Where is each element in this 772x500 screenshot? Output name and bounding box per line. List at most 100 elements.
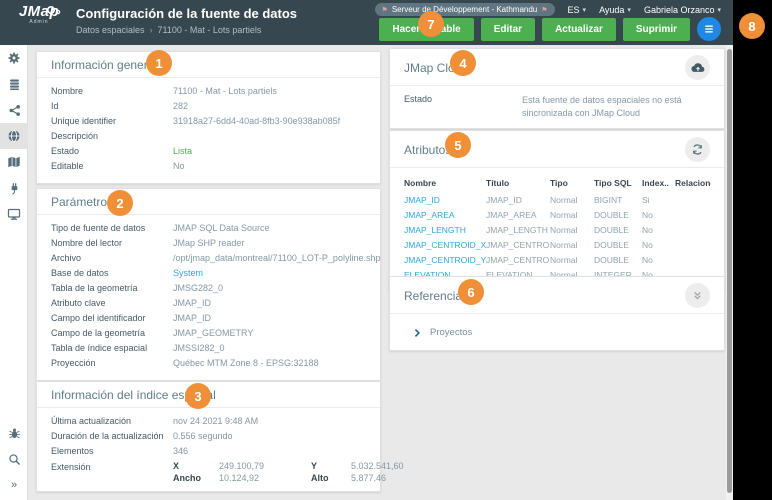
field-label: Atributo clave xyxy=(51,298,106,308)
ext-label: Y xyxy=(311,461,318,471)
monitor-icon xyxy=(7,208,21,220)
field-value: JMSSI282_0 xyxy=(173,343,225,353)
card-header: Parámetros xyxy=(37,189,380,215)
sidebar-item-share[interactable] xyxy=(0,97,28,123)
extension-row: Extensión X 249.100,79 Y 5.032.541,60 An… xyxy=(51,461,404,483)
breadcrumb-section[interactable]: Datos espaciales xyxy=(76,25,145,35)
user-menu[interactable]: Gabriela Orzanco ▾ xyxy=(644,5,721,15)
attribute-link[interactable]: JMAP_CENTROID_Y xyxy=(404,252,486,267)
table-cell xyxy=(675,237,711,252)
sidebar-item-debug[interactable] xyxy=(0,420,28,446)
card-jmap-cloud: JMap Cloud Estado Esta fuente de datos es… xyxy=(389,48,725,129)
reference-label: Proyectos xyxy=(430,327,473,338)
callout-1: 1 xyxy=(146,50,172,76)
table-row: JMAP_CENTROID_Y JMAP_CENTRO.. Normal DOUBLE… xyxy=(404,252,711,267)
column-header: Relaciones xyxy=(675,178,711,188)
sidebar-item-spatial-data[interactable] xyxy=(0,123,28,149)
scrollbar-thumb[interactable] xyxy=(727,49,732,493)
field-value: JMap SHP reader xyxy=(173,238,245,248)
card-body: Nombre Título Tipo Tipo SQL Index.. Relacione… xyxy=(390,168,724,290)
field-row: Campo de la geometría JMAP_GEOMETRY xyxy=(51,327,366,342)
hamburger-icon xyxy=(705,25,713,33)
sidebar-item-search[interactable] xyxy=(0,446,28,472)
chevron-down-icon: ▾ xyxy=(717,6,721,14)
attribute-link[interactable]: JMAP_AREA xyxy=(404,207,486,222)
chevron-down-icon: ▾ xyxy=(582,6,587,14)
field-label: Extensión xyxy=(51,462,91,472)
field-value[interactable]: System xyxy=(173,267,203,278)
attribute-link[interactable]: JMAP_ID xyxy=(404,192,486,207)
card-body: Proyectos xyxy=(390,314,724,350)
field-label: Descripción xyxy=(51,131,99,141)
ext-label: Alto xyxy=(311,473,329,483)
sidebar-item-deployment[interactable] xyxy=(0,201,28,227)
field-label: Unique identifier xyxy=(51,116,117,126)
card-header: Atributos xyxy=(390,131,724,168)
card-informacion-general: Información general Nombre 71100 - Mat - … xyxy=(36,51,381,184)
card-header: Referencias xyxy=(390,277,724,314)
page-title: Configuración de la fuente de datos xyxy=(76,6,298,21)
column-header: Tipo xyxy=(550,178,568,188)
table-row: JMAP_AREA JMAP_AREA Normal DOUBLE No xyxy=(404,207,711,222)
table-row: JMAP_CENTROID_X JMAP_CENTRO.. Normal DOUBLE… xyxy=(404,237,711,252)
field-label: Proyección xyxy=(51,358,96,368)
proyectos-toggle[interactable]: Proyectos xyxy=(404,321,710,342)
sidebar-collapse[interactable]: » xyxy=(0,472,28,498)
table-cell: No xyxy=(642,224,653,235)
sidebar-item-settings[interactable] xyxy=(0,45,28,71)
language-label: ES xyxy=(567,4,580,15)
chevron-down-icon: ▾ xyxy=(627,6,631,14)
jmap-logo[interactable]: JMap Admin xyxy=(10,4,68,25)
sidebar-item-maps[interactable] xyxy=(0,149,28,175)
table-cell: JMAP_LENGTH xyxy=(486,224,548,235)
attribute-link[interactable]: JMAP_CENTROID_X xyxy=(404,237,486,252)
field-value: 31918a27-6dd4-40ad-8fb3-90e938ab085f xyxy=(173,116,341,126)
app-header: JMap Admin Configuración de la fuente de… xyxy=(0,0,733,45)
search-icon xyxy=(8,453,20,465)
field-value: /opt/jmap_data/montreal/71100_LOT-P_poly… xyxy=(173,253,381,263)
field-row: Última actualización nov 24 2021 9:48 AM xyxy=(51,415,366,430)
field-row: Unique identifier 31918a27-6dd4-40ad-8fb3… xyxy=(51,115,366,130)
field-label: Estado xyxy=(51,146,80,156)
field-row: Base de datos System xyxy=(51,267,366,282)
suprimir-button[interactable]: Suprimir xyxy=(622,17,690,41)
editar-button[interactable]: Editar xyxy=(480,17,536,41)
field-row: Elementos 346 xyxy=(51,445,366,460)
card-header: Información general xyxy=(37,52,380,78)
vertical-scrollbar[interactable] xyxy=(726,45,733,500)
extension-grid: X 249.100,79 Y 5.032.541,60 Ancho 10.124… xyxy=(173,461,404,483)
field-label: Campo de la geometría xyxy=(51,328,146,338)
refresh-attributes-button[interactable] xyxy=(685,137,710,162)
sidebar-item-databases[interactable] xyxy=(0,71,28,97)
index-info-rows: Última actualización nov 24 2021 9:48 AM D… xyxy=(51,415,366,460)
gears-icon xyxy=(8,52,20,64)
field-value: 71100 - Mat - Lots partiels xyxy=(173,86,277,96)
card-atributos: Atributos Nombre Título Tipo Tipo SQL Index.… xyxy=(389,130,725,291)
double-chevron-down-icon xyxy=(694,291,701,300)
field-value: 346 xyxy=(173,446,189,456)
language-menu[interactable]: ES ▾ xyxy=(568,5,587,15)
server-selector[interactable]: ⚑ Serveur de Développement - Kathmandu ⚑ xyxy=(374,3,555,16)
card-header: JMap Cloud xyxy=(390,49,724,86)
sidebar-item-connectors[interactable] xyxy=(0,175,28,201)
cloud-sync-button[interactable] xyxy=(685,55,710,80)
field-row: Duración de la actualización 0.556 segund… xyxy=(51,430,366,445)
actualizar-button[interactable]: Actualizar xyxy=(542,17,616,41)
table-cell: BIGINT xyxy=(594,194,623,205)
help-menu[interactable]: Ayuda ▾ xyxy=(599,5,631,15)
attribute-link[interactable]: JMAP_LENGTH xyxy=(404,222,486,237)
table-cell: No xyxy=(642,239,653,250)
table-cell: JMAP_AREA xyxy=(486,209,537,220)
field-row: Tabla de la geometría JMSG282_0 xyxy=(51,282,366,297)
table-cell: JMAP_ID xyxy=(486,194,522,205)
expand-all-button[interactable] xyxy=(685,283,710,308)
field-label: Editable xyxy=(51,161,84,171)
table-cell: No xyxy=(642,209,653,220)
field-row: Nombre del lector JMap SHP reader xyxy=(51,237,366,252)
flag-icon: ⚑ xyxy=(381,6,388,14)
field-label: Tabla de la geometría xyxy=(51,283,138,293)
more-actions-button[interactable] xyxy=(697,17,721,41)
field-row: Tabla de índice espacial JMSSI282_0 xyxy=(51,342,366,357)
field-row: Descripción xyxy=(51,130,366,145)
field-value: JMAP_ID xyxy=(173,298,212,308)
